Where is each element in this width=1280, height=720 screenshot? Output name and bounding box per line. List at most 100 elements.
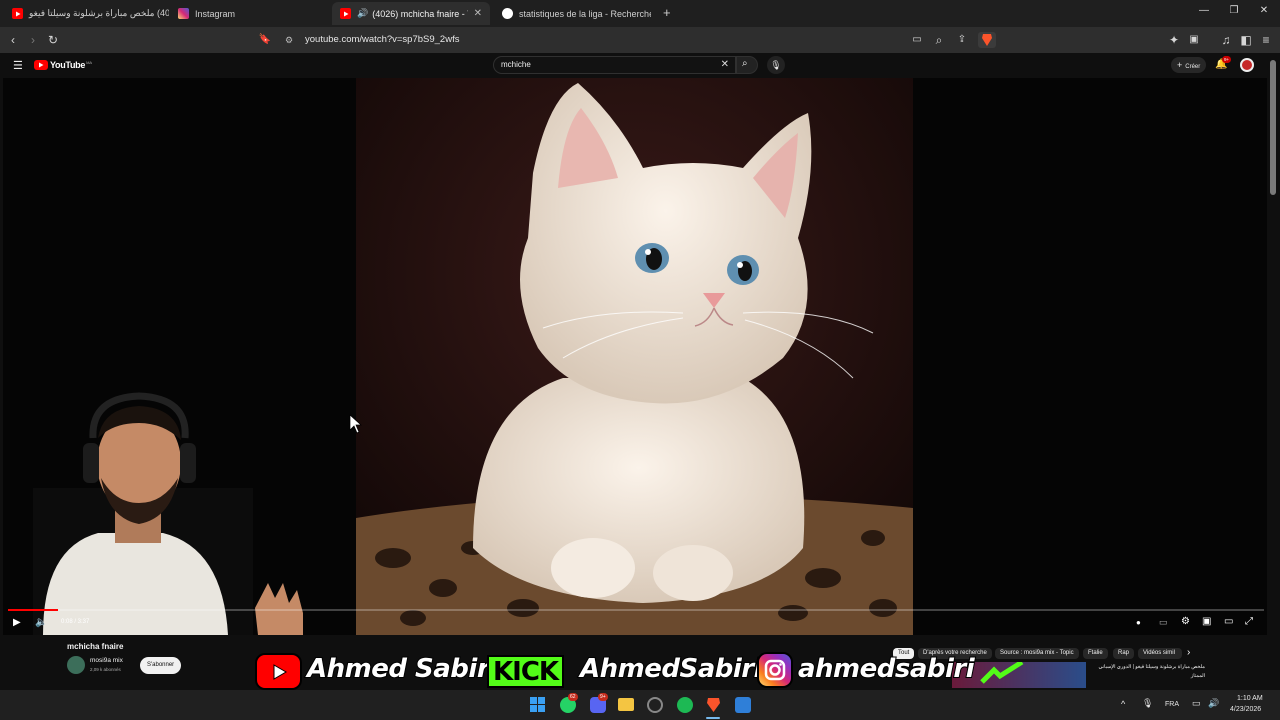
brave-browser-icon[interactable] — [706, 697, 721, 713]
bookmark-icon[interactable]: 🔖 — [257, 32, 273, 48]
youtube-logo-text: YouTube — [50, 60, 86, 70]
share-icon[interactable]: ⇪ — [954, 32, 970, 48]
fullscreen-icon[interactable]: ⤢ — [1245, 616, 1253, 627]
search-value: mchiche — [501, 60, 531, 69]
minimize-icon[interactable]: — — [1194, 5, 1214, 16]
subscriber-count: 2,09 k abonnés — [90, 667, 121, 672]
google-icon — [502, 8, 513, 19]
guide-menu-icon[interactable]: ☰ — [13, 59, 23, 72]
site-info-icon[interactable]: ⚙ — [285, 30, 293, 50]
windows-taskbar: 62 9+ ^ 🎙 FRA ▭ 🔊 1:10 AM 4/23/2026 — [0, 690, 1280, 720]
chevron-right-icon[interactable]: › — [1187, 647, 1190, 658]
network-icon[interactable]: ▭ — [1192, 698, 1201, 709]
chip-similar-videos[interactable]: Vidéos simil — [1138, 648, 1182, 659]
speaker-tray-icon[interactable]: 🔊 — [1208, 698, 1219, 709]
zoom-icon[interactable]: ⌕ — [931, 32, 947, 48]
instagram-icon — [178, 8, 189, 19]
menu-icon[interactable]: ≡ — [1258, 32, 1274, 48]
chip-source-topic[interactable]: Source : mosi9a mix - Topic — [995, 648, 1079, 659]
create-label: Créer — [1185, 64, 1201, 70]
instagram-overlay-icon — [757, 652, 793, 688]
browser-tab-bar: (4026) ملخص مباراة برشلونة وسيلتا فيغو I… — [0, 0, 1280, 27]
video-frame-kitten — [3, 78, 1267, 635]
wallet-icon[interactable]: ▣ — [1186, 32, 1202, 48]
search-button[interactable]: ⌕ — [736, 56, 758, 74]
kick-logo: KICK — [487, 655, 565, 688]
tab-barca-celta[interactable]: (4026) ملخص مباراة برشلونة وسيلتا فيغو — [4, 2, 169, 25]
tab-instagram[interactable]: Instagram — [170, 2, 330, 25]
subtitles-icon[interactable]: ▭ — [1159, 617, 1168, 628]
extensions-icon[interactable]: ✦ — [1166, 32, 1182, 48]
suggested-title[interactable]: ملخص مباراة برشلونة وسيلتا فيغو | الدوري… — [1090, 663, 1206, 681]
tab-title: Instagram — [195, 8, 236, 19]
youtube-logo[interactable]: YouTube MA — [34, 60, 92, 70]
youtube-logo-icon — [34, 60, 48, 70]
avatar[interactable] — [1240, 58, 1254, 72]
subscribe-button[interactable]: S'abonner — [140, 657, 182, 674]
restore-icon[interactable]: ❐ — [1224, 5, 1244, 16]
search-icon: ⌕ — [742, 58, 748, 69]
cast-to-tv-icon[interactable]: ▭ — [1224, 616, 1233, 627]
region-code: MA — [86, 60, 93, 65]
forward-icon[interactable]: › — [25, 32, 41, 48]
obs-icon[interactable] — [647, 697, 663, 713]
close-tab-icon[interactable]: ✕ — [468, 8, 482, 19]
scrollbar-thumb[interactable] — [1270, 60, 1276, 195]
tray-chevron-up-icon[interactable]: ^ — [1121, 699, 1125, 709]
new-tab-icon[interactable]: + — [663, 6, 671, 19]
whatsapp-badge: 62 — [568, 693, 578, 701]
browser-toolbar: ‹ › ↻ 🔖 ⚙ youtube.com/watch?v=sp7bS9_2wf… — [0, 27, 1280, 53]
clock-date[interactable]: 4/23/2026 — [1230, 706, 1261, 713]
tab-youtube-mchicha[interactable]: 🔊 (4026) mchicha fnaire - YouTube ✕ — [332, 2, 490, 25]
windows-start-icon[interactable] — [530, 697, 545, 712]
youtube-icon — [340, 8, 351, 19]
tab-title: (4026) mchicha fnaire - YouTube — [372, 8, 467, 19]
discord-badge: 9+ — [598, 693, 608, 701]
progress-bar[interactable] — [8, 609, 1264, 611]
play-icon[interactable]: ▶ — [13, 617, 21, 628]
spotify-icon[interactable] — [677, 697, 693, 713]
channel-avatar[interactable] — [67, 656, 85, 674]
plus-icon: + — [1177, 60, 1183, 70]
url-text: youtube.com/watch?v=sp7bS9_2wfs — [305, 34, 460, 45]
window-close-icon[interactable]: ✕ — [1254, 5, 1274, 16]
overlay-youtube-name: Ahmed Sabiri — [306, 653, 499, 685]
address-bar[interactable]: ⚙ youtube.com/watch?v=sp7bS9_2wfs — [280, 30, 1000, 50]
file-explorer-icon[interactable] — [618, 698, 634, 711]
brave-shield-icon[interactable] — [978, 32, 996, 48]
speaker-icon[interactable]: 🔊 — [357, 8, 368, 19]
volume-icon[interactable]: 🔈 — [35, 617, 47, 628]
progress-fill — [8, 609, 59, 611]
tab-google-search[interactable]: statistiques de la liga - Recherche Goog… — [494, 2, 659, 25]
clear-search-icon[interactable]: ✕ — [721, 57, 729, 73]
microphone-icon[interactable]: 🎙 — [1142, 698, 1153, 709]
language-indicator[interactable]: FRA — [1165, 701, 1179, 708]
chip-rap[interactable]: Rap — [1113, 648, 1135, 659]
clock-time[interactable]: 1:10 AM — [1237, 695, 1263, 702]
overlay-kick-name: AhmedSabiri — [579, 653, 764, 685]
reload-icon[interactable]: ↻ — [45, 32, 61, 48]
autoplay-toggle-icon[interactable]: ● — [1136, 618, 1141, 627]
overlay-instagram-name: ahmedsabiri — [797, 653, 976, 685]
miniplayer-icon[interactable]: ▣ — [1202, 616, 1211, 627]
photos-icon[interactable] — [735, 697, 751, 713]
youtube-header: ☰ YouTube MA mchiche ✕ ⌕ 🎙 + Créer 🔔 9+ — [0, 53, 1268, 78]
video-player[interactable]: ▶ 🔈 0:08 / 3:37 ● ▭ ⚙ ▣ ▭ ⤢ — [3, 78, 1267, 635]
youtube-icon — [12, 8, 23, 19]
video-title: mchicha fnaire — [67, 642, 124, 651]
cast-icon[interactable]: ▭ — [909, 32, 925, 48]
create-button[interactable]: + Créer — [1171, 57, 1207, 73]
tab-title: (4026) ملخص مباراة برشلونة وسيلتا فيغو — [29, 8, 169, 18]
media-icon[interactable]: ♫ — [1218, 32, 1234, 48]
youtube-overlay-icon — [255, 653, 302, 690]
settings-gear-icon[interactable]: ⚙ — [1181, 616, 1190, 627]
channel-name[interactable]: mosi9a mix — [90, 657, 123, 664]
tab-title: statistiques de la liga - Recherche Goog… — [519, 8, 651, 19]
sidebar-icon[interactable]: ◧ — [1238, 32, 1254, 48]
search-input[interactable]: mchiche ✕ — [493, 56, 736, 74]
voice-search-icon[interactable]: 🎙 — [767, 56, 785, 74]
active-app-indicator — [706, 717, 720, 719]
notification-badge: 9+ — [1222, 56, 1232, 63]
chip-ftalie[interactable]: Ftalie — [1083, 648, 1108, 659]
back-icon[interactable]: ‹ — [5, 32, 21, 48]
